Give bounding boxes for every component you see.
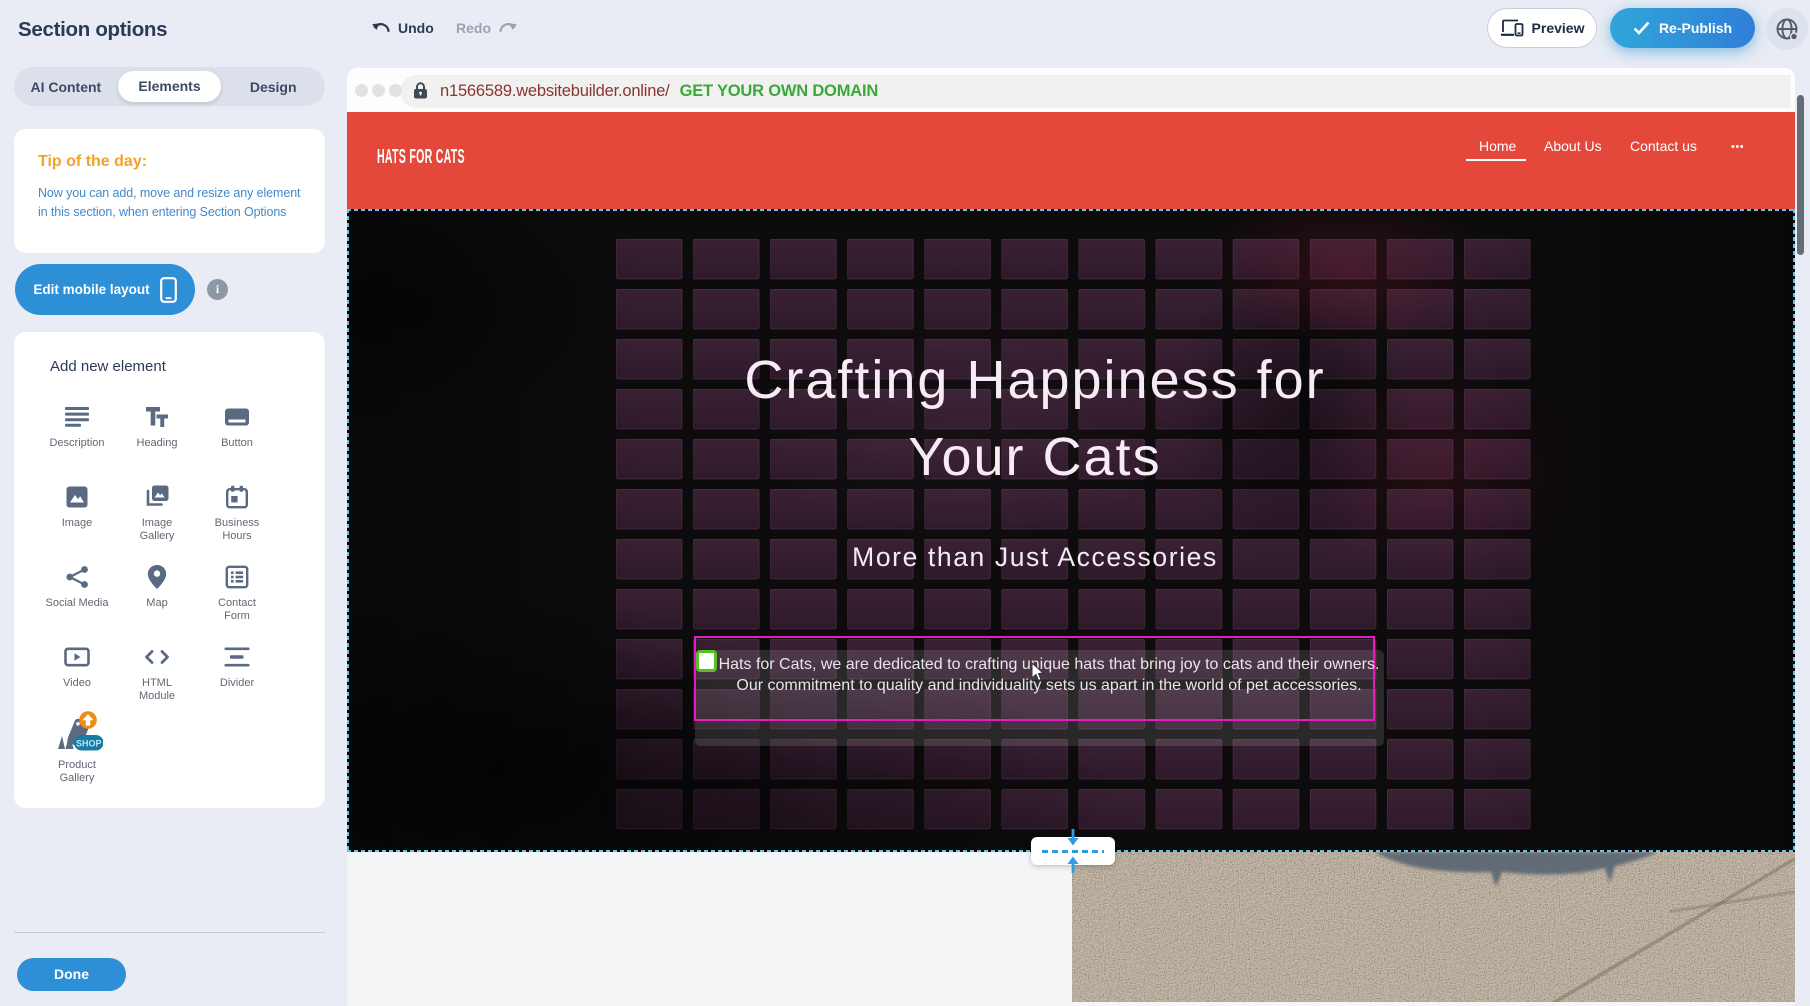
svg-text:SHOP: SHOP bbox=[76, 739, 102, 749]
